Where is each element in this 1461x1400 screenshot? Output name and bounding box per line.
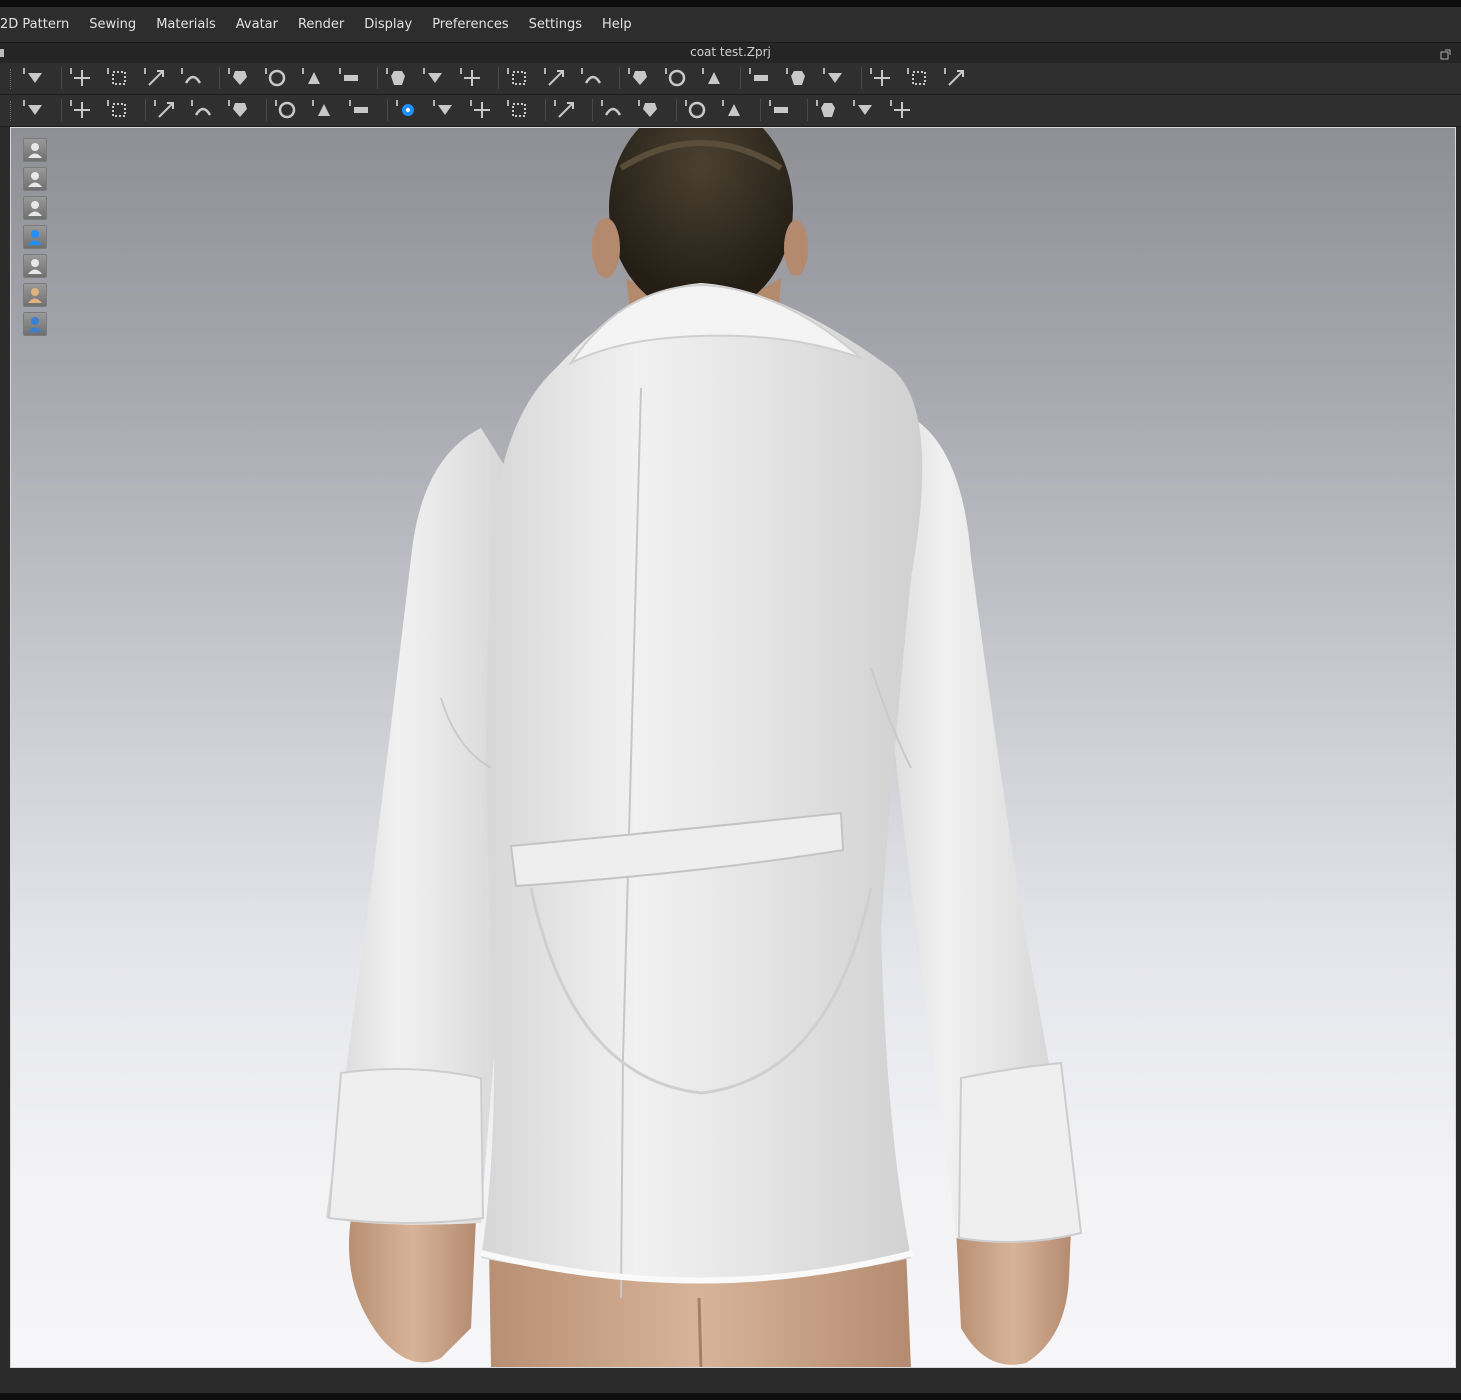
show-avatar-icon[interactable] — [23, 196, 47, 220]
graphic-edit-icon[interactable] — [684, 97, 710, 123]
toolbar-separator — [377, 67, 378, 89]
menu-preferences[interactable]: Preferences — [422, 17, 518, 32]
avatar-left-hand — [349, 1218, 476, 1363]
arrow-recycle-icon[interactable] — [664, 65, 690, 91]
button-blue-icon[interactable] — [395, 97, 421, 123]
toolbar-separator — [498, 67, 499, 89]
menu-avatar[interactable]: Avatar — [226, 17, 288, 32]
toolbar-separator — [760, 99, 761, 121]
button-multi-icon[interactable] — [311, 97, 337, 123]
menu-materials[interactable]: Materials — [146, 17, 226, 32]
coat-left-cuff — [327, 1068, 485, 1224]
show-skin-icon[interactable] — [23, 283, 47, 307]
menu-2d-pattern[interactable]: 2D Pattern — [0, 17, 79, 32]
show-globe-icon[interactable] — [23, 312, 47, 336]
menu-display[interactable]: Display — [354, 17, 422, 32]
transform-box-icon[interactable] — [106, 65, 132, 91]
layer-flat-icon[interactable] — [748, 65, 774, 91]
shirt-arrange-icon[interactable] — [815, 97, 841, 123]
texture-edit-icon[interactable] — [600, 97, 626, 123]
toolbar-separator — [676, 99, 677, 121]
coat-body — [481, 283, 923, 1281]
pin-multi-icon[interactable] — [822, 65, 848, 91]
tape-measure-icon[interactable] — [869, 65, 895, 91]
zipper-icon[interactable] — [553, 97, 579, 123]
toolbar-separator — [861, 67, 862, 89]
toolbar-separator — [145, 99, 146, 121]
pose-fold-icon[interactable] — [106, 97, 132, 123]
align-center-icon[interactable] — [768, 97, 794, 123]
resize-box-icon[interactable] — [143, 65, 169, 91]
line-tool-icon[interactable] — [469, 97, 495, 123]
menu-settings[interactable]: Settings — [519, 17, 592, 32]
toolbar-separator — [219, 67, 220, 89]
tack-tool-icon[interactable] — [227, 65, 253, 91]
show-shader-icon[interactable] — [23, 254, 47, 278]
loop-tool-icon[interactable] — [301, 65, 327, 91]
walk-pose-icon[interactable] — [22, 97, 48, 123]
3d-scene[interactable] — [11, 128, 1456, 1368]
pose-bend-icon[interactable] — [69, 97, 95, 123]
window-title-bar: coat test.Zprj — [0, 42, 1461, 64]
toolbar-grip[interactable] — [10, 69, 14, 89]
shirt-plain-icon[interactable] — [543, 65, 569, 91]
show-pattern-icon[interactable] — [23, 167, 47, 191]
avatar-right-hand — [956, 1228, 1071, 1365]
toolbar-separator — [387, 99, 388, 121]
shirt-dark-icon[interactable] — [852, 97, 878, 123]
toolbar-separator — [61, 67, 62, 89]
menu-sewing[interactable]: Sewing — [79, 17, 146, 32]
shirt-rotate-icon[interactable] — [889, 97, 915, 123]
fold-tool-icon[interactable] — [180, 65, 206, 91]
toolbar-separator — [61, 99, 62, 121]
menu-bar: 2D Pattern Sewing Materials Avatar Rende… — [0, 7, 1461, 42]
button-round-icon[interactable] — [432, 97, 458, 123]
pin-tool-icon[interactable] — [785, 65, 811, 91]
select-move-icon[interactable] — [69, 65, 95, 91]
menu-render[interactable]: Render — [288, 17, 354, 32]
toolbar-separator — [619, 67, 620, 89]
rotate-tool-icon[interactable] — [264, 65, 290, 91]
viewport-side-tools — [23, 138, 49, 341]
fit-down-icon[interactable] — [627, 65, 653, 91]
coat-right-cuff — [957, 1061, 1083, 1243]
window-title: coat test.Zprj — [690, 45, 771, 59]
avatar-body-icon[interactable] — [506, 65, 532, 91]
undock-icon[interactable] — [1440, 45, 1451, 60]
menu-help[interactable]: Help — [592, 17, 642, 32]
pose-x-icon[interactable] — [190, 97, 216, 123]
toolbar-3d-tools — [0, 63, 1461, 95]
toolbar-separator — [807, 99, 808, 121]
toolbar-separator — [266, 99, 267, 121]
toolbar-grip[interactable] — [10, 101, 14, 121]
ring-measure-icon[interactable] — [906, 65, 932, 91]
ruler-icon[interactable] — [943, 65, 969, 91]
toolbar-separator — [592, 99, 593, 121]
toolbar-3d-tools-secondary — [0, 95, 1461, 127]
layer-stack-icon[interactable] — [701, 65, 727, 91]
texture-block-icon[interactable] — [637, 97, 663, 123]
show-garment-icon[interactable] — [23, 138, 47, 162]
button-add-icon[interactable] — [274, 97, 300, 123]
pose-curve-icon[interactable] — [153, 97, 179, 123]
down-arrow-icon[interactable] — [22, 65, 48, 91]
toolbar-separator — [740, 67, 741, 89]
buttonhole-icon[interactable] — [348, 97, 374, 123]
graphic-block-icon[interactable] — [721, 97, 747, 123]
garment-icon[interactable] — [422, 65, 448, 91]
arrangement-icon[interactable] — [385, 65, 411, 91]
lock-button-icon[interactable] — [506, 97, 532, 123]
bottom-strip — [0, 1393, 1461, 1400]
fold-block-icon[interactable] — [227, 97, 253, 123]
3d-viewport[interactable] — [10, 127, 1456, 1368]
show-material-icon[interactable] — [23, 225, 47, 249]
fit-up-icon[interactable] — [580, 65, 606, 91]
edit-curve-icon[interactable] — [338, 65, 364, 91]
top-strip — [0, 0, 1461, 7]
toolbar-separator — [545, 99, 546, 121]
shirt-up-icon[interactable] — [459, 65, 485, 91]
